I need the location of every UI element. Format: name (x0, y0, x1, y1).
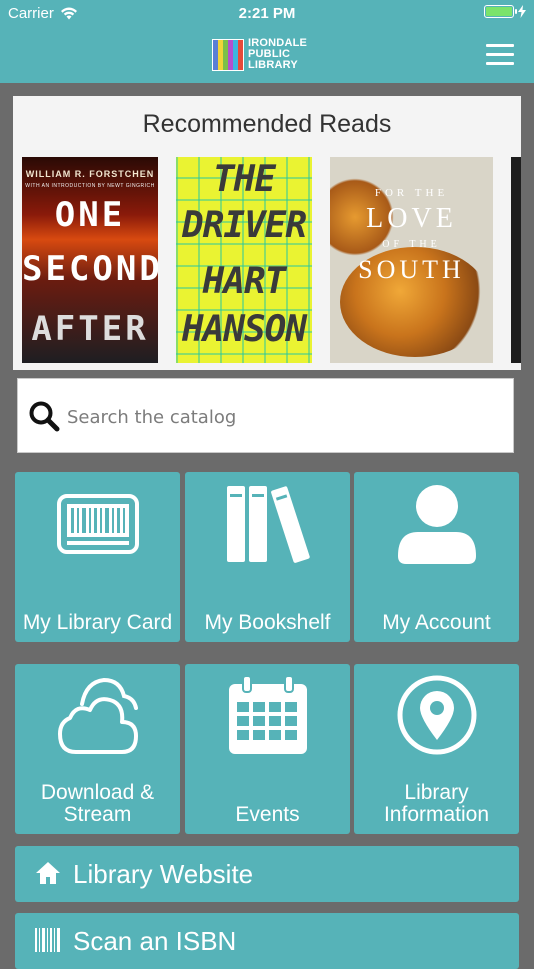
barcode-icon (35, 928, 60, 952)
battery-indicator (484, 5, 526, 18)
library-information-label: Library Information (354, 782, 519, 826)
book-title-line: ONE (54, 195, 126, 235)
library-logo[interactable]: IRONDALE PUBLIC LIBRARY (212, 38, 307, 71)
book-title-line: SECOND (22, 249, 158, 289)
logo-line-3: LIBRARY (248, 59, 298, 71)
book-author: WILLIAM R. FORSTCHEN (25, 169, 155, 179)
scan-isbn-label: Scan an ISBN (73, 926, 237, 956)
book-cover-one-second-after[interactable]: WILLIAM R. FORSTCHEN WITH AN INTRODUCTIO… (22, 157, 158, 363)
book-title-line: SOUTH (358, 255, 465, 284)
my-library-card-label: My Library Card (22, 611, 173, 634)
scan-isbn-button[interactable]: Scan an ISBN (15, 913, 519, 969)
book-title-line: DRIVER (181, 205, 307, 246)
book-intro: WITH AN INTRODUCTION BY NEWT GINGRICH (25, 183, 155, 189)
book-title-line: HART (202, 261, 287, 302)
events-label: Events (235, 803, 300, 826)
clock: 2:21 PM (238, 5, 296, 22)
book-cover-partial[interactable] (511, 157, 521, 363)
navigation-bar: IRONDALE PUBLIC LIBRARY (0, 28, 534, 83)
recommended-reads-title: Recommended Reads (142, 110, 392, 138)
book-title-line: OF THE (382, 239, 441, 250)
library-website-button[interactable]: Library Website (15, 846, 519, 902)
logo-stripe (238, 39, 243, 70)
catalog-search-box[interactable] (17, 378, 514, 453)
download-stream-button[interactable]: Download & Stream (15, 664, 180, 834)
my-account-button[interactable]: My Account (354, 472, 519, 642)
user-account-icon (397, 485, 476, 564)
recommended-reads-carousel: Recommended Reads WILLIAM R. FORSTCHEN W… (13, 96, 521, 370)
calendar-icon (228, 676, 307, 754)
library-information-button[interactable]: Library Information (354, 664, 519, 834)
bookshelf-icon (226, 486, 310, 563)
library-logo-icon (212, 38, 244, 71)
hamburger-menu-icon[interactable] (486, 44, 514, 66)
my-bookshelf-label: My Bookshelf (204, 611, 331, 634)
search-icon (29, 401, 60, 432)
library-logo-text: IRONDALE PUBLIC LIBRARY (248, 38, 307, 71)
status-bar: Carrier 2:21 PM (0, 0, 534, 28)
download-stream-label: Download & Stream (15, 782, 180, 826)
cloud-icon (57, 677, 138, 754)
search-input[interactable] (65, 397, 499, 437)
book-title-line: HANSON (181, 309, 307, 350)
events-button[interactable]: Events (185, 664, 350, 834)
library-website-label: Library Website (73, 859, 254, 889)
library-card-barcode-icon (56, 494, 139, 554)
download-stream-label-line-2: Stream (63, 803, 132, 826)
home-icon (36, 862, 60, 884)
library-information-label-line-1: Library (404, 781, 469, 804)
battery-icon (484, 5, 517, 18)
download-stream-label-line-1: Download & (40, 781, 155, 804)
charging-bolt-icon (518, 5, 526, 18)
my-bookshelf-button[interactable]: My Bookshelf (185, 472, 350, 642)
book-title-line: FOR THE (374, 187, 449, 199)
book-cover-the-driver[interactable]: THE DRIVER HART HANSON (176, 157, 312, 363)
book-title-line: THE (212, 159, 276, 200)
book-cover-for-the-love-of-the-south[interactable]: FOR THE LOVE OF THE SOUTH (330, 157, 493, 363)
location-pin-icon (397, 675, 476, 755)
library-information-label-line-2: Information (383, 803, 490, 826)
my-account-label: My Account (382, 611, 491, 634)
my-library-card-button[interactable]: My Library Card (15, 472, 180, 642)
battery-fill (486, 7, 512, 16)
book-title-line: AFTER (31, 309, 149, 349)
book-title-line: LOVE (366, 203, 457, 234)
